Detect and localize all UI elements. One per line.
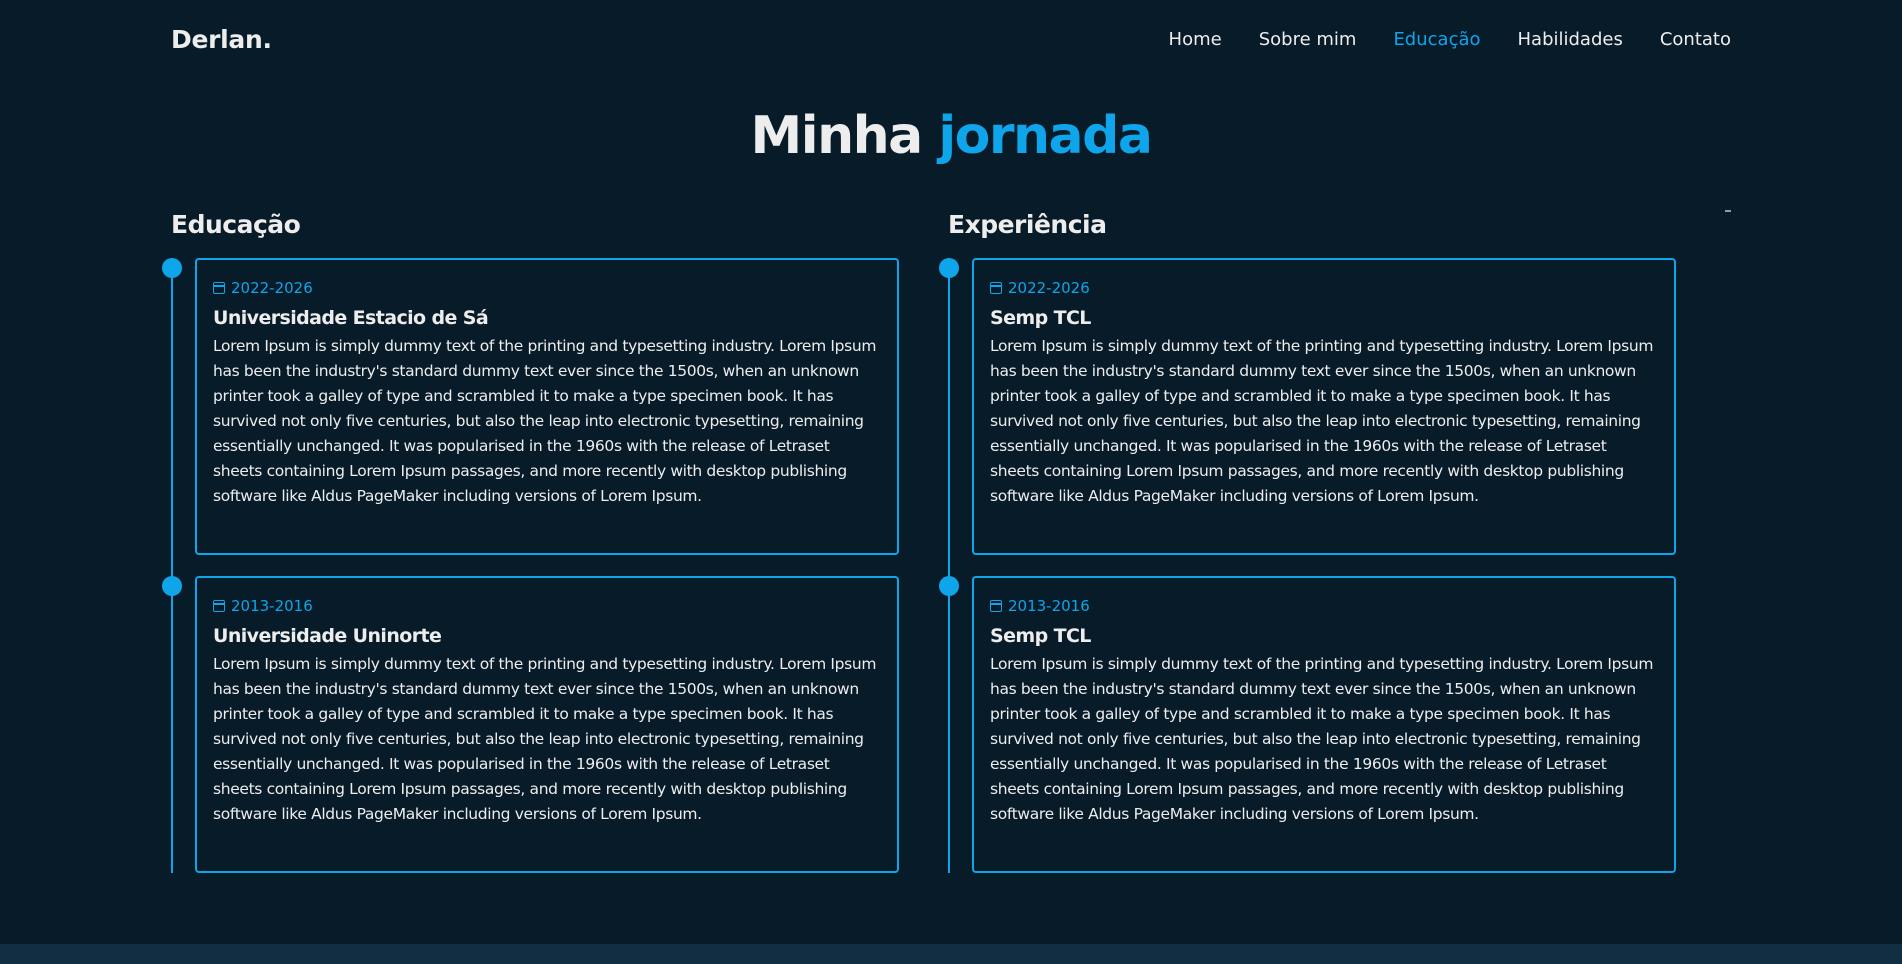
card-description: Lorem Ipsum is simply dummy text of the … [990,655,1654,823]
timeline-dot [162,258,182,278]
nav-contato[interactable]: Contato [1660,29,1731,50]
education-heading: Educação [171,210,301,239]
nav-habilidades[interactable]: Habilidades [1518,29,1623,50]
timeline-dot [939,258,959,278]
nav-home[interactable]: Home [1169,29,1222,50]
education-section: Educação 2022-2026 Universidade Estacio … [162,208,916,873]
decorative-dash [1725,210,1731,212]
timeline-item: 2013-2016 Semp TCL Lorem Ipsum is simply… [939,576,1693,873]
footer-strip [0,944,1902,964]
timeline-item: 2022-2026 Universidade Estacio de Sá Lor… [162,258,916,555]
education-card: 2022-2026 Universidade Estacio de Sá Lor… [195,258,899,555]
card-date: 2022-2026 [990,277,1658,299]
card-date: 2013-2016 [213,595,881,617]
page: Derlan. Home Sobre mim Educação Habilida… [0,0,1902,964]
card-date: 2013-2016 [990,595,1658,617]
title-part-2: jornada [938,106,1153,166]
page-title: Minha jornada [0,106,1902,166]
card-date-text: 2022-2026 [1008,279,1090,297]
card-date-text: 2013-2016 [231,597,313,615]
card-description: Lorem Ipsum is simply dummy text of the … [990,337,1654,505]
calendar-icon [213,600,225,612]
title-part-1: Minha [750,106,924,166]
card-date: 2022-2026 [213,277,881,299]
experience-card: 2013-2016 Semp TCL Lorem Ipsum is simply… [972,576,1676,873]
timeline-dot [162,576,182,596]
card-title: Universidade Estacio de Sá [213,307,489,329]
nav-sobre-mim[interactable]: Sobre mim [1259,29,1357,50]
card-description: Lorem Ipsum is simply dummy text of the … [213,655,877,823]
main-nav: Home Sobre mim Educação Habilidades Cont… [1132,29,1731,50]
card-date-text: 2022-2026 [231,279,313,297]
card-description: Lorem Ipsum is simply dummy text of the … [213,337,877,505]
experience-heading: Experiência [948,210,1107,239]
calendar-icon [990,600,1002,612]
site-header: Derlan. Home Sobre mim Educação Habilida… [0,0,1902,78]
card-title: Semp TCL [990,625,1091,647]
experience-card: 2022-2026 Semp TCL Lorem Ipsum is simply… [972,258,1676,555]
education-card: 2013-2016 Universidade Uninorte Lorem Ip… [195,576,899,873]
calendar-icon [213,282,225,294]
education-timeline: 2022-2026 Universidade Estacio de Sá Lor… [162,258,916,873]
timeline-dot [939,576,959,596]
experience-section: Experiência 2022-2026 Semp TCL Lorem Ips… [939,208,1693,873]
timeline-item: 2022-2026 Semp TCL Lorem Ipsum is simply… [939,258,1693,555]
experience-timeline: 2022-2026 Semp TCL Lorem Ipsum is simply… [939,258,1693,873]
logo[interactable]: Derlan. [171,25,272,54]
card-title: Universidade Uninorte [213,625,442,647]
nav-educacao[interactable]: Educação [1393,29,1480,50]
card-title: Semp TCL [990,307,1091,329]
timeline-item: 2013-2016 Universidade Uninorte Lorem Ip… [162,576,916,873]
calendar-icon [990,282,1002,294]
card-date-text: 2013-2016 [1008,597,1090,615]
